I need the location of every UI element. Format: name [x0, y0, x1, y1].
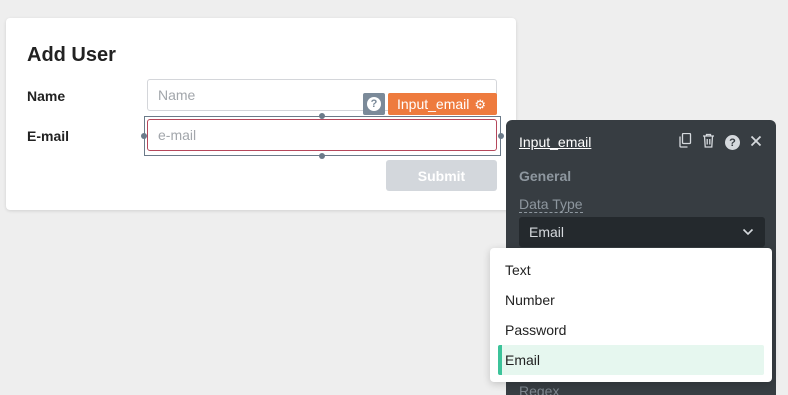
resize-handle-top[interactable]: [319, 113, 325, 119]
dropdown-option-text[interactable]: Text: [498, 255, 764, 285]
trash-icon[interactable]: [702, 133, 715, 152]
selection-outline: [144, 116, 501, 156]
form-title: Add User: [27, 44, 116, 66]
component-help-button[interactable]: ?: [363, 93, 385, 115]
email-label: E-mail: [27, 128, 70, 144]
resize-handle-left[interactable]: [141, 133, 147, 139]
dropdown-option-email[interactable]: Email: [498, 345, 764, 375]
name-label: Name: [27, 88, 66, 104]
panel-toolbar: ?: [679, 132, 762, 152]
dropdown-option-number[interactable]: Number: [498, 285, 764, 315]
section-general: General: [519, 168, 572, 184]
panel-title[interactable]: Input_email: [519, 134, 591, 150]
data-type-select[interactable]: Email: [519, 217, 765, 247]
component-tag[interactable]: Input_email ⚙: [388, 93, 497, 115]
help-icon[interactable]: ?: [725, 135, 740, 150]
resize-handle-right[interactable]: [498, 133, 504, 139]
help-icon: ?: [367, 97, 381, 111]
dropdown-option-password[interactable]: Password: [498, 315, 764, 345]
data-type-label: Data Type: [519, 196, 583, 213]
resize-handle-bottom[interactable]: [319, 153, 325, 159]
copy-icon[interactable]: [679, 132, 692, 152]
data-type-dropdown: Text Number Password Email: [490, 248, 772, 382]
chevron-down-icon: [742, 228, 754, 236]
submit-button[interactable]: Submit: [386, 160, 497, 191]
data-type-value: Email: [529, 224, 565, 240]
regex-label: Regex: [519, 383, 560, 395]
component-tag-label: Input_email: [397, 96, 470, 112]
gear-icon: ⚙: [474, 96, 487, 112]
close-icon[interactable]: [750, 135, 762, 151]
